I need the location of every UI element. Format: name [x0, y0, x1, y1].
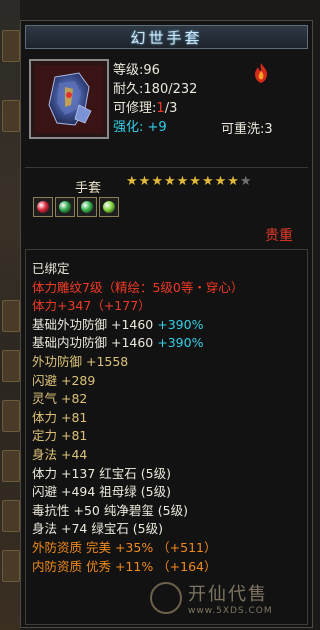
star-filled-icon: ★ — [214, 174, 227, 189]
gem3-line: 毒抗性 +50 纯净碧玺 (5级) — [32, 502, 189, 518]
star-filled-icon: ★ — [227, 174, 239, 189]
rewash-value: :3 — [260, 122, 273, 137]
gem-socket[interactable] — [99, 197, 119, 217]
watermark-text: 开仙代售 — [188, 584, 268, 605]
ext-qual-line: 外防资质 完美 +35% （+511） — [32, 539, 217, 555]
dodge-line: 闪避 +289 — [32, 372, 96, 388]
level-row: 等级:96 — [113, 61, 197, 80]
item-name: 幻世手套 — [130, 28, 203, 47]
skill-slot[interactable] — [2, 30, 20, 62]
ext-def-line: 外功防御 +1558 — [32, 353, 129, 369]
base-ext-def-line: 基础外功防御 +1460 +390% — [32, 316, 243, 335]
level-label: 等级 — [113, 63, 140, 78]
flame-emblem-icon — [255, 63, 267, 83]
repair-current: 1 — [156, 101, 165, 116]
watermark-url: www.5XDS.COM — [188, 606, 273, 616]
gem-socket[interactable] — [55, 197, 75, 217]
durability-row: 耐久:180/232 — [113, 80, 197, 99]
stamina-line: 体力+347（+177） — [32, 298, 151, 314]
enhance-value: : +9 — [139, 120, 167, 135]
star-filled-icon: ★ — [163, 174, 176, 189]
item-basic-stats: 等级:96 耐久:180/232 可修理:1/3 强化: +9 — [113, 61, 197, 137]
gem1-line: 体力 +137 红宝石 (5级) — [32, 465, 171, 481]
star-filled-icon: ★ — [201, 174, 214, 189]
star-filled-icon: ★ — [189, 174, 201, 189]
attribute-panel: 已绑定 体力雕纹7级（精绘：5级0等・穿心） 体力+347（+177） 基础外功… — [25, 249, 308, 625]
durability-label: 耐久 — [113, 82, 140, 97]
rarity-label: 贵重 — [265, 228, 293, 244]
star-filled-icon: ★ — [126, 174, 138, 189]
rewash-label: 可重洗 — [221, 122, 261, 137]
item-icon-frame[interactable] — [29, 59, 109, 139]
game-backdrop-strip — [0, 0, 20, 630]
base-int-def-value: 基础内功防御 +1460 — [32, 335, 158, 351]
star-filled-icon: ★ — [138, 174, 151, 189]
craft-line: 体力雕纹7级（精绘：5级0等・穿心） — [32, 279, 244, 295]
item-tooltip: 幻世手套 等级:96 耐久:180/232 可修理:1/3 强化: +9 可重洗… — [20, 20, 313, 628]
base-ext-def-pct: +390% — [157, 316, 204, 332]
skill-slot[interactable] — [2, 100, 20, 132]
base-int-def-line: 基础内功防御 +1460 +390% — [32, 334, 243, 353]
lime-gem-icon — [103, 201, 115, 213]
base-int-def-pct: +390% — [157, 335, 204, 351]
repairable-label: 可修理 — [113, 101, 153, 116]
spirit-line: 灵气 +82 — [32, 391, 88, 407]
focus-line: 定力 +81 — [32, 428, 88, 444]
skill-slot[interactable] — [2, 500, 20, 532]
gem-socket[interactable] — [77, 197, 97, 217]
star-empty-icon: ★ — [239, 174, 252, 189]
agility-line: 身法 +44 — [32, 446, 88, 462]
gem-sockets — [33, 197, 119, 217]
gem2-line: 闪避 +494 祖母绿 (5级) — [32, 484, 171, 500]
star-rating: ★ ★ ★ ★ ★ ★ ★ ★ ★ ★ — [126, 175, 252, 189]
skill-slot[interactable] — [2, 350, 20, 382]
gem4-line: 身法 +74 绿宝石 (5级) — [32, 521, 164, 537]
stamina2-line: 体力 +81 — [32, 409, 88, 425]
watermark: 开仙代售 www.5XDS.COM — [150, 572, 310, 624]
skill-slot[interactable] — [2, 550, 20, 582]
star-filled-icon: ★ — [176, 174, 189, 189]
repair-total: /3 — [164, 101, 178, 116]
watermark-logo-icon — [150, 582, 182, 614]
rewash-row: 可重洗:3 — [221, 118, 273, 137]
skill-slot[interactable] — [2, 300, 20, 332]
star-filled-icon: ★ — [151, 174, 163, 189]
divider — [25, 167, 308, 168]
skill-slot[interactable] — [2, 400, 20, 432]
base-ext-def-value: 基础外功防御 +1460 — [32, 316, 158, 332]
item-title-bar: 幻世手套 — [25, 25, 308, 49]
green-gem-icon — [59, 201, 71, 213]
bound-status: 已绑定 — [32, 261, 70, 276]
item-category: 手套 — [75, 181, 102, 196]
enhance-row: 强化: +9 — [113, 118, 197, 137]
repairable-row: 可修理:1/3 — [113, 99, 197, 118]
skill-slot[interactable] — [2, 450, 20, 482]
gem-socket[interactable] — [33, 197, 53, 217]
durability-value: :180/232 — [139, 82, 198, 97]
red-gem-icon — [37, 201, 49, 213]
level-value: :96 — [139, 63, 160, 78]
gauntlet-icon — [35, 65, 103, 133]
green-gem-icon — [81, 201, 93, 213]
enhance-label: 强化 — [113, 120, 140, 135]
